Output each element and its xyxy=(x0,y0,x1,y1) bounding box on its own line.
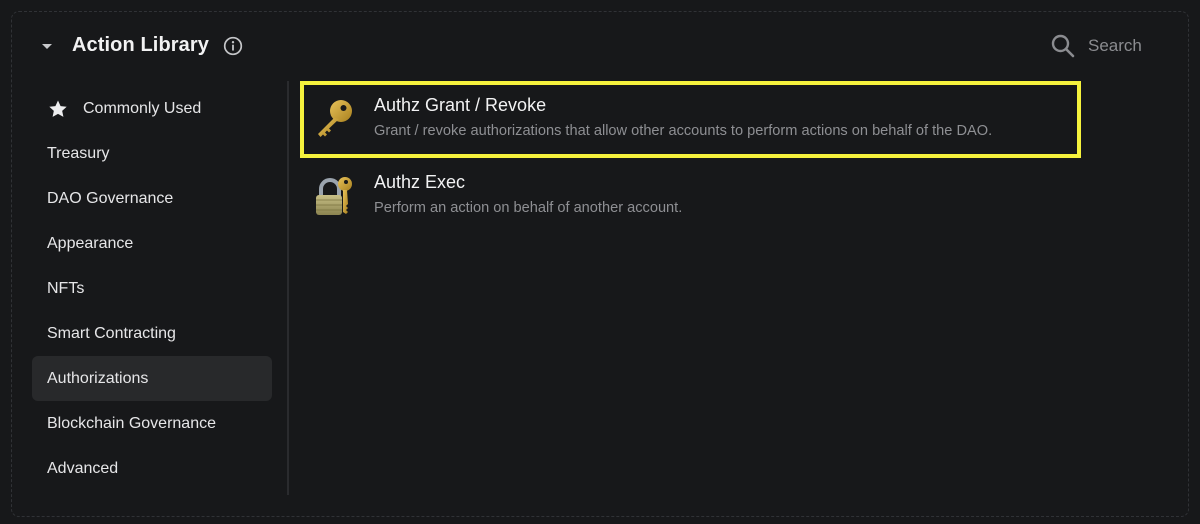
sidebar-item-label: Authorizations xyxy=(47,369,149,387)
info-icon[interactable] xyxy=(223,36,243,56)
sidebar-item-smart-contracting[interactable]: Smart Contracting xyxy=(32,311,272,356)
search-input[interactable] xyxy=(1088,34,1178,58)
action-description: Perform an action on behalf of another a… xyxy=(374,200,683,216)
panel-header: Action Library xyxy=(0,0,1200,90)
action-item-authz-grant-revoke[interactable]: Authz Grant / Revoke Grant / revoke auth… xyxy=(300,81,1081,158)
action-title: Authz Grant / Revoke xyxy=(374,95,547,115)
sidebar-item-commonly-used[interactable]: Commonly Used xyxy=(32,86,272,131)
sidebar-item-label: Smart Contracting xyxy=(47,324,176,342)
caret-down-icon[interactable] xyxy=(42,44,52,49)
sidebar-item-nfts[interactable]: NFTs xyxy=(32,266,272,311)
sidebar-item-label: Commonly Used xyxy=(83,99,202,117)
sidebar-divider xyxy=(287,81,289,495)
sidebar-item-label: Treasury xyxy=(47,144,110,162)
category-sidebar: Commonly Used Treasury DAO Governance Ap… xyxy=(32,86,272,491)
panel-title: Action Library xyxy=(72,34,209,56)
lock-with-key-icon xyxy=(316,177,352,215)
sidebar-item-appearance[interactable]: Appearance xyxy=(32,221,272,266)
sidebar-item-label: Appearance xyxy=(47,234,134,252)
sidebar-item-dao-governance[interactable]: DAO Governance xyxy=(32,176,272,221)
sidebar-item-label: DAO Governance xyxy=(47,189,174,207)
star-icon xyxy=(49,100,67,117)
action-title: Authz Exec xyxy=(374,172,466,192)
sidebar-item-treasury[interactable]: Treasury xyxy=(32,131,272,176)
key-icon xyxy=(318,100,352,137)
action-list: Authz Grant / Revoke Grant / revoke auth… xyxy=(300,81,1090,235)
action-description: Grant / revoke authorizations that allow… xyxy=(374,123,993,139)
sidebar-item-advanced[interactable]: Advanced xyxy=(32,446,272,491)
sidebar-item-blockchain-governance[interactable]: Blockchain Governance xyxy=(32,401,272,446)
sidebar-item-authorizations[interactable]: Authorizations xyxy=(32,356,272,401)
sidebar-item-label: NFTs xyxy=(47,279,85,297)
search-box[interactable] xyxy=(1050,32,1178,62)
search-icon xyxy=(1051,34,1075,58)
action-item-authz-exec[interactable]: Authz Exec Perform an action on behalf o… xyxy=(300,158,1081,235)
sidebar-item-label: Blockchain Governance xyxy=(47,414,216,432)
sidebar-item-label: Advanced xyxy=(47,459,119,477)
